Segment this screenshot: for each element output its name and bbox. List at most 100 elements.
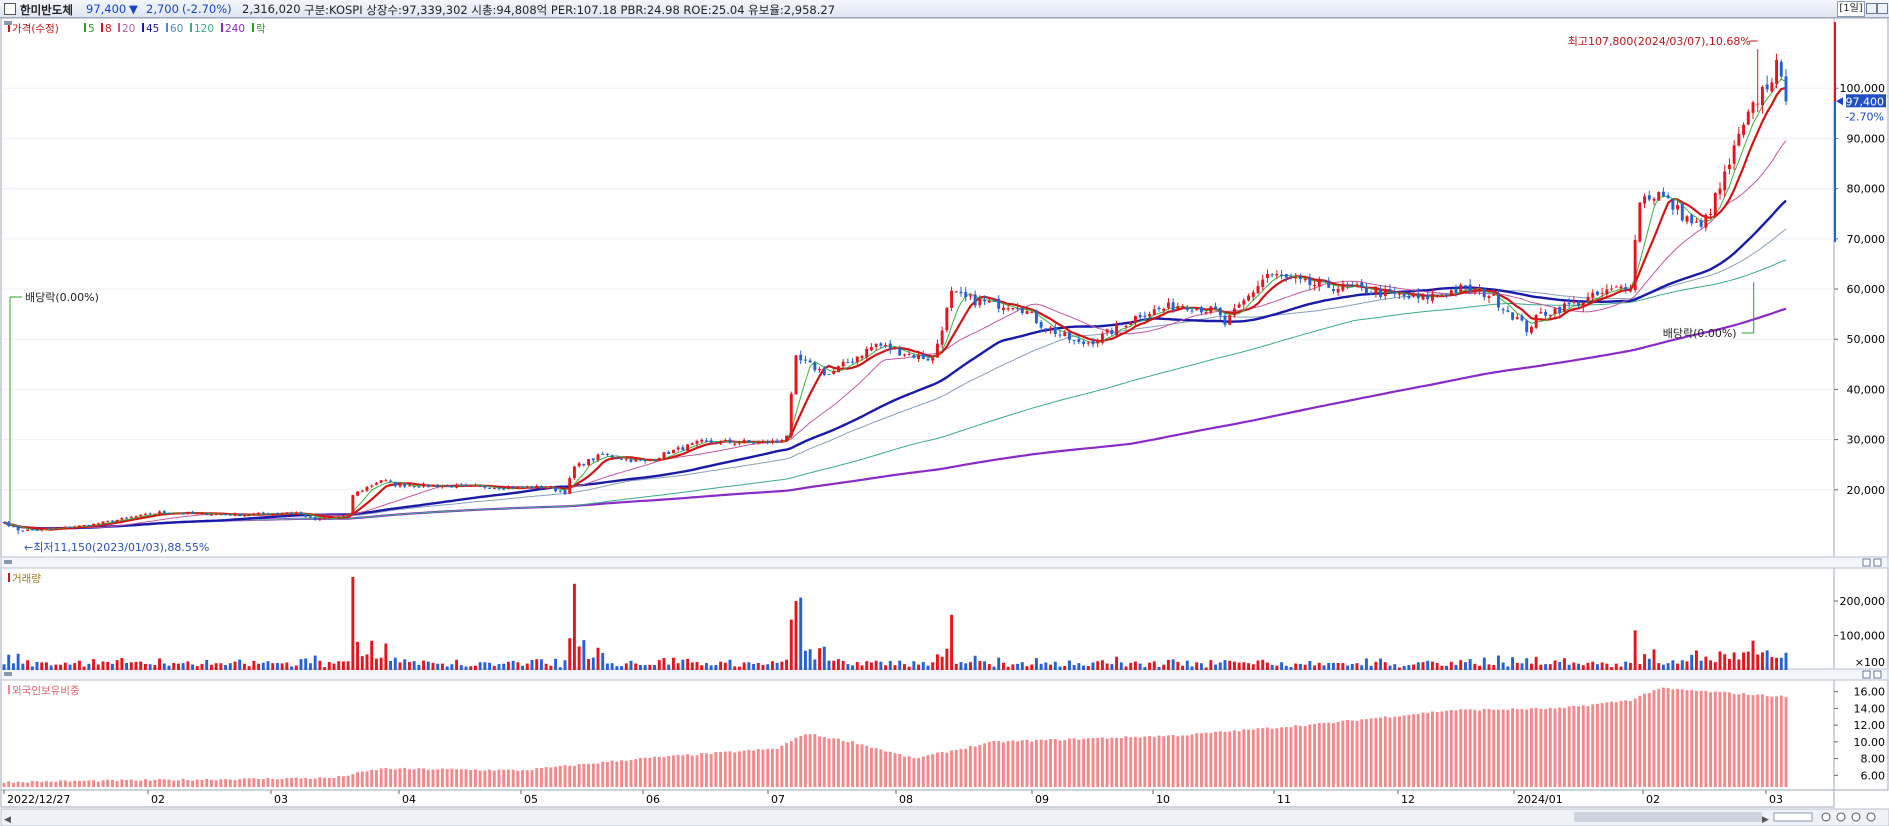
period-button[interactable]: [1일] [1837,1,1865,17]
stock-chart[interactable]: 최고107,800(2024/03/07),10.68% ←최저11,150(20… [0,18,1889,826]
restore-icon[interactable] [1866,3,1877,14]
foreign-ratio-bar [436,769,440,787]
volume-maximize-icon[interactable] [1862,558,1871,567]
foreign-ratio-bar [247,778,251,787]
foreign-ratio-bar [1195,733,1199,787]
volume-bar [1544,664,1548,670]
candle-body [1360,282,1364,287]
candle-body [1195,308,1199,310]
foreign-ratio-bar [1063,740,1067,787]
zoom-slider[interactable] [1773,812,1813,822]
zoom-in-icon[interactable] [1821,812,1831,822]
candle-body [233,513,237,516]
foreign-ratio-bar [1379,717,1383,787]
volume-bar [261,662,265,670]
candle-body [341,515,345,517]
candle-body [450,486,454,488]
foreign-ratio-bar [686,754,690,787]
candle-body [1614,286,1618,288]
candle-body [1539,312,1543,314]
candle-body [587,459,591,466]
candle-body [1647,195,1651,200]
foreign-ratio-bar [1030,741,1034,787]
candle-body [1152,309,1156,315]
candle-body [1058,334,1062,336]
candle-body [1025,311,1029,314]
foreign-ratio-bar [638,758,642,787]
foreign-ratio-bar [879,749,883,787]
candle-body [601,453,605,455]
foreign-ratio-bar [455,769,459,787]
volume-bar [1143,667,1147,670]
candle-body [1610,288,1614,290]
foreign-ratio-bar [242,778,246,787]
candle-body [346,513,350,516]
volume-bar [294,665,298,670]
volume-bar [832,660,836,670]
zoom-fit-icon[interactable] [1866,812,1876,822]
volume-bar [1567,664,1571,670]
candle-body [992,299,996,301]
foreign-maximize-icon[interactable] [1862,670,1871,679]
high-price-note: 최고107,800(2024/03/07),10.68% [1568,35,1751,48]
foreign-ratio-bar [1784,697,1788,787]
foreign-ratio-bar [1534,707,1538,787]
foreign-ratio-bar [1369,718,1373,787]
foreign-ratio-bar [1520,708,1524,787]
candle-body [1049,327,1053,330]
foreign-ratio-bar [1360,719,1364,787]
foreign-ratio-bar [719,751,723,787]
candle-body [704,440,708,442]
candle-body [1581,302,1585,308]
foreign-ratio-bar [497,769,501,787]
foreign-ratio-bar [813,734,817,787]
foreign-ratio-bar [195,779,199,787]
price-axis-label: 20,000 [1847,484,1886,497]
foreign-ratio-bar [1511,708,1515,787]
candle-body [808,360,812,363]
foreign-ratio-bar [1082,739,1086,787]
volume-bar [846,664,850,670]
volume-bar [742,662,746,670]
volume-close-icon[interactable] [1873,558,1882,567]
candle-body [917,354,921,359]
x-axis-label: 06 [646,793,660,806]
volume-bar [1784,652,1788,670]
candle-body [1690,214,1694,224]
candle-body [912,355,916,358]
volume-bar [1661,664,1665,670]
candle-body [384,480,388,482]
volume-bar [44,662,48,670]
foreign-ratio-bar [865,745,869,787]
foreign-ratio-bar [285,778,289,787]
zoom-out-icon[interactable] [1836,812,1846,822]
candle-body [455,484,459,488]
volume-bar [667,664,671,670]
candle-body [1393,291,1397,294]
foreign-ratio-bar [1779,695,1783,787]
scrollbar-thumb[interactable] [1574,812,1762,822]
foreign-ratio-bar [1006,741,1010,787]
foreign-ratio-bar [186,779,190,787]
candle-body [544,487,548,489]
foreign-close-icon[interactable] [1873,670,1882,679]
close-icon[interactable] [1877,3,1888,14]
foreign-ratio-bar [1284,727,1288,787]
window-checkbox[interactable] [4,3,16,15]
foreign-ratio-bar [544,767,548,787]
foreign-panel-menu-icon[interactable] [4,672,12,676]
volume-bar [1775,657,1779,670]
foreign-ratio-bar [271,778,275,787]
candle-body [766,441,770,443]
volume-panel-menu-icon[interactable] [4,560,12,564]
foreign-ratio-bar [714,752,718,787]
candle-body [893,347,897,349]
volume-bar [502,663,506,670]
foreign-ratio-bar [1148,736,1152,787]
foreign-ratio-bar [648,757,652,787]
foreign-ratio-bar [1053,739,1057,787]
zoom-reset-icon[interactable] [1851,812,1861,822]
volume-bar [1223,660,1227,670]
price-panel-menu-icon[interactable] [4,21,12,25]
foreign-ratio-bar [1709,692,1713,787]
